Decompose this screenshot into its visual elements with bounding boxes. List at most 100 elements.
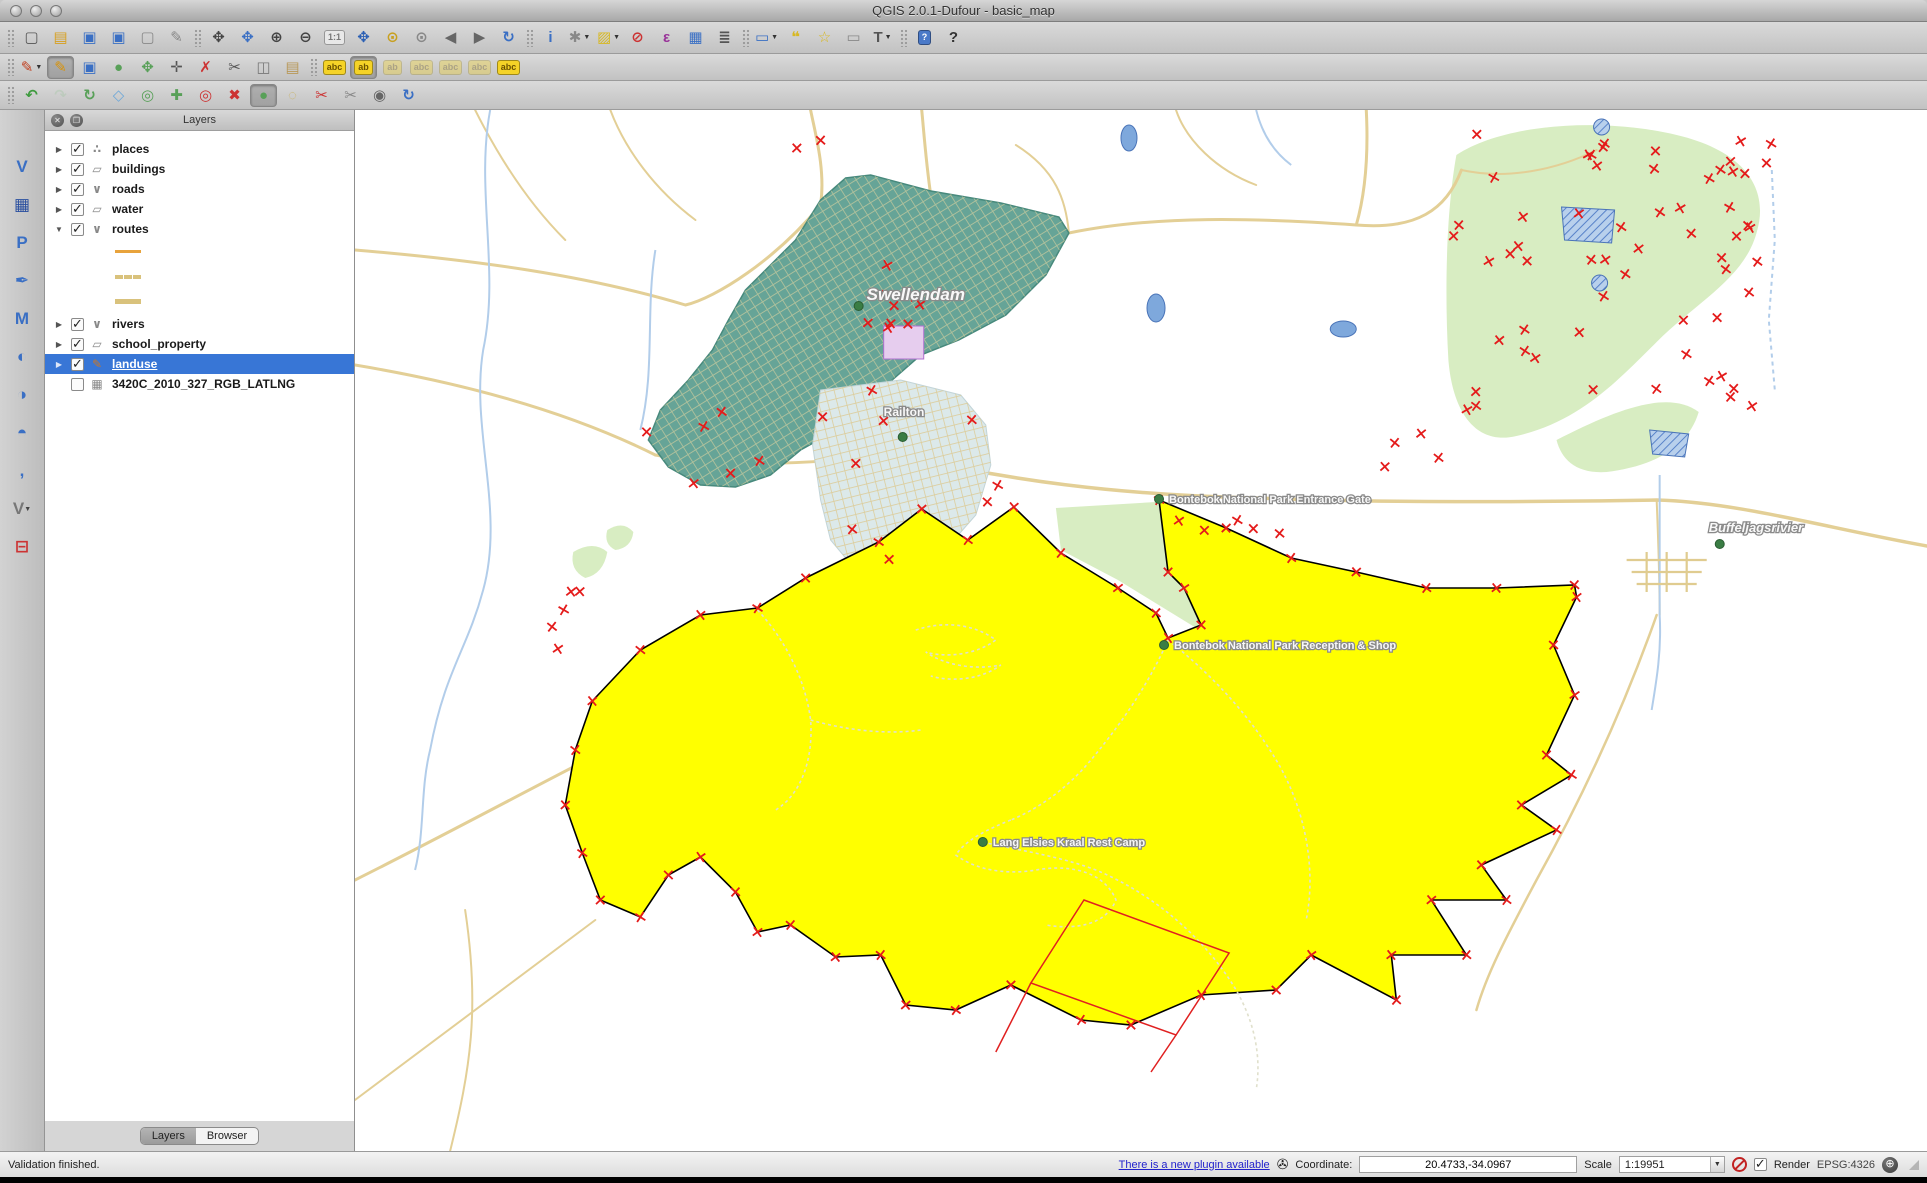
layer-row-buildings[interactable]: ▶▱buildings bbox=[45, 159, 354, 179]
help-contents-icon[interactable]: ? bbox=[911, 26, 938, 49]
layer-visibility-checkbox[interactable] bbox=[71, 338, 84, 351]
layer-row-landuse[interactable]: ▶✎landuse bbox=[45, 354, 354, 374]
expander-icon[interactable]: ▶ bbox=[53, 360, 65, 369]
delete-selected-icon[interactable]: ✗ bbox=[192, 56, 219, 79]
layer-row-school_property[interactable]: ▶▱school_property bbox=[45, 334, 354, 354]
pin-labels-icon[interactable]: ab bbox=[350, 56, 377, 79]
split-parts-icon[interactable]: ✂ bbox=[337, 84, 364, 107]
layer-row-places[interactable]: ▶∴places bbox=[45, 139, 354, 159]
text-annotation-icon[interactable]: T▼ bbox=[869, 26, 896, 49]
toggle-editing-icon[interactable]: ✎ bbox=[47, 56, 74, 79]
new-bookmark-icon[interactable]: ☆ bbox=[811, 26, 838, 49]
crs-status-icon[interactable]: ⊕ bbox=[1882, 1157, 1898, 1173]
run-feature-action-icon[interactable]: ✱▼ bbox=[566, 26, 593, 49]
toolbar-handle[interactable] bbox=[194, 29, 201, 47]
layer-visibility-checkbox[interactable] bbox=[71, 358, 84, 371]
plugin-icon[interactable]: ✇ bbox=[1277, 1156, 1289, 1173]
scale-combo[interactable]: 1:19951 ▼ bbox=[1619, 1156, 1725, 1173]
new-project-icon[interactable]: ▢ bbox=[18, 26, 45, 49]
chevron-down-icon[interactable]: ▼ bbox=[1710, 1157, 1724, 1172]
add-spatialite-layer-icon[interactable]: ✒ bbox=[7, 266, 37, 296]
zoom-in-icon[interactable]: ⊕ bbox=[263, 26, 290, 49]
layer-visibility-checkbox[interactable] bbox=[71, 203, 84, 216]
landuse-polygon[interactable] bbox=[565, 500, 1576, 1025]
zoom-out-icon[interactable]: ⊖ bbox=[292, 26, 319, 49]
show-bookmarks-icon[interactable]: ▭ bbox=[840, 26, 867, 49]
stop-render-icon[interactable] bbox=[1732, 1157, 1747, 1172]
coordinate-input[interactable] bbox=[1359, 1156, 1577, 1173]
render-checkbox[interactable] bbox=[1754, 1158, 1767, 1171]
select-by-expression-icon[interactable]: ε bbox=[653, 26, 680, 49]
toolbar-handle[interactable] bbox=[900, 29, 907, 47]
layer-visibility-checkbox[interactable] bbox=[71, 163, 84, 176]
change-label-icon[interactable]: abc bbox=[495, 56, 522, 79]
layer-visibility-checkbox[interactable] bbox=[71, 143, 84, 156]
symbology-row-solid-tan[interactable] bbox=[45, 289, 354, 314]
expander-icon[interactable]: ▶ bbox=[53, 145, 65, 154]
toolbar-handle[interactable] bbox=[742, 29, 749, 47]
remove-layer-icon[interactable]: ⊟ bbox=[7, 532, 37, 562]
save-project-icon[interactable]: ▣ bbox=[76, 26, 103, 49]
cut-features-icon[interactable]: ✂ bbox=[221, 56, 248, 79]
layer-row-routes[interactable]: ▼∨routes bbox=[45, 219, 354, 239]
layer-row-rivers[interactable]: ▶∨rivers bbox=[45, 314, 354, 334]
paste-features-icon[interactable]: ▤ bbox=[279, 56, 306, 79]
add-vector-layer-icon[interactable]: V bbox=[7, 152, 37, 182]
delete-ring-icon[interactable]: ◎ bbox=[192, 84, 219, 107]
add-wfs-layer-icon[interactable]: ◓ bbox=[7, 418, 37, 448]
expander-icon[interactable]: ▶ bbox=[53, 185, 65, 194]
whats-this-icon[interactable]: ? bbox=[940, 26, 967, 49]
split-features-icon[interactable]: ✂ bbox=[308, 84, 335, 107]
simplify-feature-icon[interactable]: ◇ bbox=[105, 84, 132, 107]
layer-visibility-checkbox[interactable] bbox=[71, 318, 84, 331]
move-feature-icon[interactable]: ✥ bbox=[134, 56, 161, 79]
add-postgis-layer-icon[interactable]: P bbox=[7, 228, 37, 258]
open-attribute-table-icon[interactable]: ▦ bbox=[682, 26, 709, 49]
symbology-row-solid-orange[interactable] bbox=[45, 239, 354, 264]
title-bar[interactable]: QGIS 2.0.1-Dufour - basic_map bbox=[0, 0, 1927, 22]
delete-part-icon[interactable]: ✖ bbox=[221, 84, 248, 107]
add-wms-layer-icon[interactable]: ◐ bbox=[7, 342, 37, 372]
layer-visibility-checkbox[interactable] bbox=[71, 378, 84, 391]
undo-icon[interactable]: ↶ bbox=[18, 84, 45, 107]
rotate-feature-icon[interactable]: ↻ bbox=[76, 84, 103, 107]
new-shapefile-layer-icon[interactable]: V▼ bbox=[7, 494, 37, 524]
tab-browser[interactable]: Browser bbox=[196, 1128, 258, 1144]
toolbar-handle[interactable] bbox=[526, 29, 533, 47]
symbology-row-dashed-tan[interactable] bbox=[45, 264, 354, 289]
layer-visibility-checkbox[interactable] bbox=[71, 183, 84, 196]
layer-row-roads[interactable]: ▶∨roads bbox=[45, 179, 354, 199]
add-mssql-layer-icon[interactable]: M bbox=[7, 304, 37, 334]
refresh-map-icon[interactable]: ↻ bbox=[495, 26, 522, 49]
identify-features-icon[interactable]: i bbox=[537, 26, 564, 49]
expander-icon[interactable]: ▶ bbox=[53, 165, 65, 174]
zoom-native-icon[interactable]: 1:1 bbox=[321, 26, 348, 49]
copy-features-icon[interactable]: ◫ bbox=[250, 56, 277, 79]
select-features-icon[interactable]: ▨▼ bbox=[595, 26, 622, 49]
deselect-features-icon[interactable]: ⊘ bbox=[624, 26, 651, 49]
expander-icon[interactable]: ▶ bbox=[53, 205, 65, 214]
composer-manager-icon[interactable]: ✎ bbox=[163, 26, 190, 49]
save-project-as-icon[interactable]: ▣ bbox=[105, 26, 132, 49]
save-layer-edits-icon[interactable]: ▣ bbox=[76, 56, 103, 79]
pan-to-selection-icon[interactable]: ✥ bbox=[234, 26, 261, 49]
toolbar-handle[interactable] bbox=[7, 86, 14, 104]
toolbar-handle[interactable] bbox=[310, 58, 317, 76]
current-edits-icon[interactable]: ✎▼ bbox=[18, 56, 45, 79]
layer-visibility-checkbox[interactable] bbox=[71, 223, 84, 236]
zoom-last-icon[interactable]: ◀ bbox=[437, 26, 464, 49]
new-print-composer-icon[interactable]: ▢ bbox=[134, 26, 161, 49]
zoom-next-icon[interactable]: ▶ bbox=[466, 26, 493, 49]
offset-curve-icon[interactable]: ◌ bbox=[279, 84, 306, 107]
tab-layers[interactable]: Layers bbox=[141, 1128, 196, 1144]
add-part-icon[interactable]: ✚ bbox=[163, 84, 190, 107]
add-delimited-text-layer-icon[interactable]: , bbox=[7, 456, 37, 486]
measure-icon[interactable]: ▭▼ bbox=[753, 26, 780, 49]
open-project-icon[interactable]: ▤ bbox=[47, 26, 74, 49]
field-calculator-icon[interactable]: ≣ bbox=[711, 26, 738, 49]
map-canvas[interactable]: SwellendamRailtonBontebok National Park … bbox=[355, 110, 1927, 1151]
add-ring-icon[interactable]: ◎ bbox=[134, 84, 161, 107]
zoom-to-layer-icon[interactable]: ⊙ bbox=[408, 26, 435, 49]
rotate-point-symbols-icon[interactable]: ↻ bbox=[395, 84, 422, 107]
resize-grip[interactable] bbox=[1909, 1160, 1919, 1170]
